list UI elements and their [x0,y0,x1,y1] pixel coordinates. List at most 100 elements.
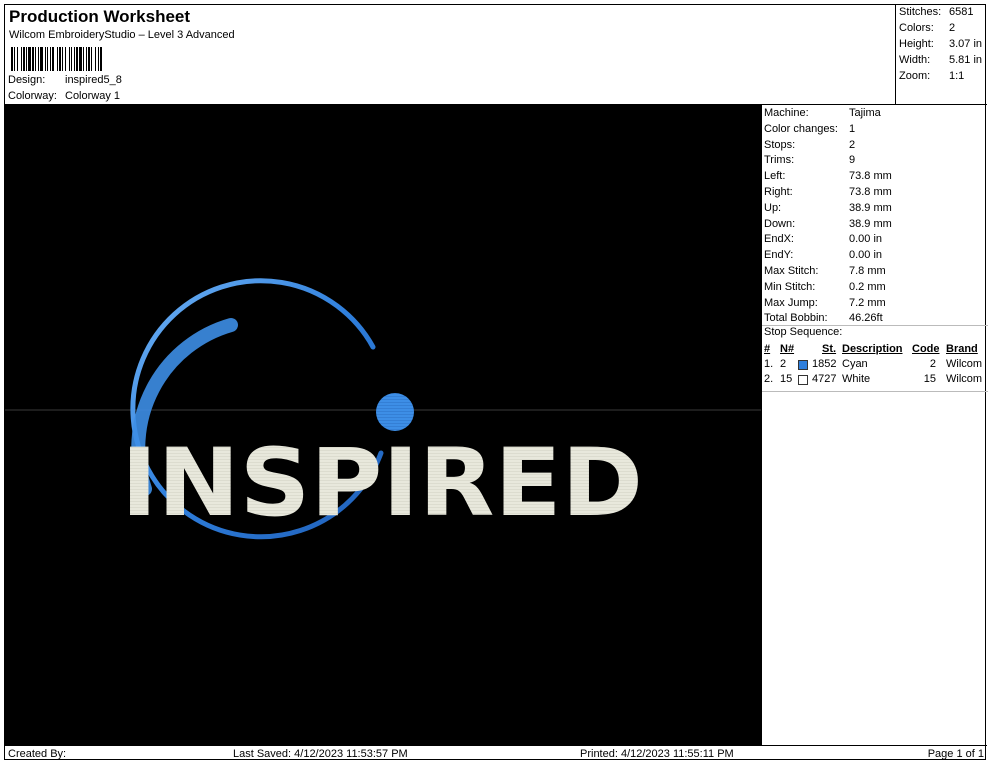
stop-sequence-table: # N# St. Description Code Brand 1. 2 1852 C… [764,343,986,388]
design-field: Design: inspired5_8 [8,74,122,86]
row-code: 15 [923,373,936,385]
stat-label: Trims: [764,154,795,167]
software-subtitle: Wilcom EmbroideryStudio – Level 3 Advanc… [9,29,235,41]
stat-row: Max Stitch: 7.8 mm [764,265,986,280]
row-stitches: 1852 [812,358,837,370]
stat-value: 73.8 mm [849,170,892,183]
summary-height: Height: 3.07 in [899,38,982,50]
stat-row: Right: 73.8 mm [764,186,986,201]
divider [762,391,988,392]
stat-label: Min Stitch: [764,280,816,293]
design-value: inspired5_8 [65,74,122,86]
stat-value: Tajima [849,107,881,119]
stop-rows: 1. 2 1852 Cyan 2 Wilcom 2. 15 4727 White 15 Wilcom [764,358,986,388]
stat-label: EndX: [764,233,794,246]
page-title: Production Worksheet [9,7,191,26]
worksheet-footer: Created By: Last Saved: 4/12/2023 11:53:… [5,745,987,761]
summary-value: 5.81 in [949,54,983,66]
stat-value: 0.00 in [849,233,883,246]
stat-label: EndY: [764,249,794,262]
summary-label: Stitches: [899,6,942,18]
stat-row: Machine: Tajima [764,107,986,122]
stat-row: Up: 38.9 mm [764,202,986,217]
colorway-label: Colorway: [8,90,57,102]
stat-row: Trims: 9 [764,154,986,169]
stat-row: Down: 38.9 mm [764,218,986,233]
stat-value: 38.9 mm [849,201,892,214]
embroidery-design-canvas: INSPIRED [5,278,761,540]
stat-value: 0.2 mm [849,280,886,293]
barcode-icon [11,47,102,71]
stat-row: Min Stitch: 0.2 mm [764,281,986,296]
design-summary: Stitches: 6581 Colors: 2 Height: 3.07 in Wi… [895,5,987,104]
row-description: Cyan [842,358,868,370]
table-row: 1. 2 1852 Cyan 2 Wilcom [764,358,986,373]
stat-value: 2 [849,138,856,151]
stop-sequence-label: Stop Sequence: [764,326,843,338]
summary-label: Height: [899,38,934,50]
stat-value: 7.8 mm [849,265,886,277]
stat-row: EndY: 0.00 in [764,249,986,264]
stat-value: 7.2 mm [849,296,886,309]
stat-value: 9 [849,154,856,167]
col-header-st: St. [822,343,837,355]
col-header-code: Code [912,343,940,355]
col-header-brand: Brand [946,343,978,355]
col-header-num: # [764,343,771,355]
summary-width: Width: 5.81 in [899,54,982,66]
summary-value: 6581 [949,6,974,18]
last-saved: Last Saved: 4/12/2023 11:53:57 PM [233,748,408,760]
summary-label: Width: [899,54,931,66]
summary-value: 1:1 [949,70,965,82]
row-code: 2 [929,358,936,370]
colorway-value: Colorway 1 [65,90,121,102]
stat-row: Left: 73.8 mm [764,170,986,185]
stat-value: 46.26ft [849,312,883,325]
stat-label: Right: [764,186,793,198]
row-stitches: 4727 [812,373,837,385]
row-num: 2. [764,373,774,385]
col-header-n: N# [780,343,795,355]
worksheet-header: Production Worksheet Wilcom EmbroiderySt… [5,5,895,104]
stat-value: 38.9 mm [849,217,892,230]
row-needle: 15 [780,373,793,385]
summary-zoom: Zoom: 1:1 [899,70,964,82]
col-header-description: Description [842,343,903,355]
stat-row: Stops: 2 [764,139,986,154]
color-swatch [798,375,808,385]
table-row: 2. 15 4727 White 15 Wilcom [764,373,986,388]
stat-row: EndX: 0.00 in [764,233,986,248]
table-header-row: # N# St. Description Code Brand [764,343,986,358]
stat-row: Color changes: 1 [764,123,986,138]
machine-stats-panel: Machine: Tajima Color changes: 1 Stops: 2 Trim… [761,104,988,745]
summary-colors: Colors: 2 [899,22,955,34]
stat-label: Stops: [764,138,796,151]
stat-value: 73.8 mm [849,186,892,198]
stat-label: Color changes: [764,122,838,135]
stat-label: Total Bobbin: [764,312,828,325]
stat-label: Down: [764,217,796,230]
stat-label: Max Stitch: [764,265,819,277]
stat-label: Up: [764,201,782,214]
summary-value: 3.07 in [949,38,983,50]
summary-label: Colors: [899,22,934,34]
production-worksheet: Production Worksheet Wilcom EmbroiderySt… [4,4,988,761]
stat-value: 0.00 in [849,249,883,262]
design-label: Design: [8,74,46,86]
inspired-wordmark: INSPIRED [121,429,643,538]
row-description: White [842,373,871,385]
stat-row: Max Jump: 7.2 mm [764,297,986,312]
row-brand: Wilcom [946,358,983,370]
row-needle: 2 [780,358,787,370]
page-number: Page 1 of 1 [927,748,984,760]
printed-date: Printed: 4/12/2023 11:55:11 PM [580,748,734,760]
stat-label: Max Jump: [764,296,818,309]
stat-value: 1 [849,122,856,135]
colorway-field: Colorway: Colorway 1 [8,90,120,102]
row-num: 1. [764,358,774,370]
created-by: Created By: [8,748,67,760]
stat-label: Left: [764,170,786,183]
stat-label: Machine: [764,107,809,119]
summary-label: Zoom: [899,70,931,82]
summary-value: 2 [949,22,956,34]
